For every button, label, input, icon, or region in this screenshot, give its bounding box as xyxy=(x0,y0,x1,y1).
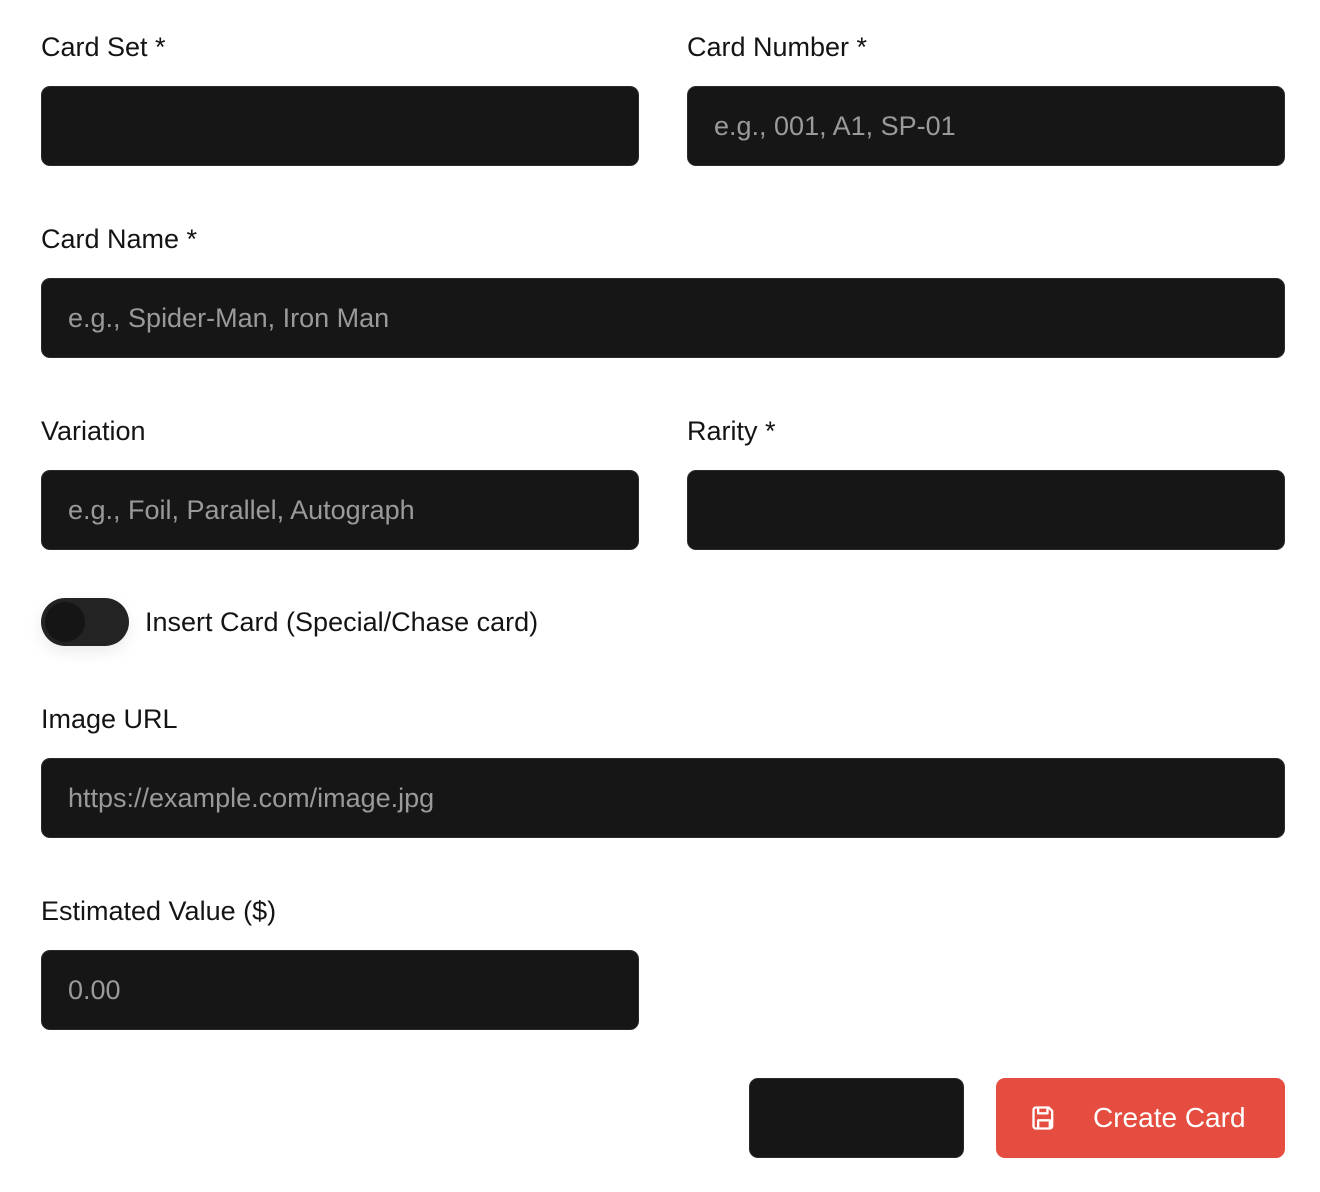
card-set-select[interactable] xyxy=(41,86,639,166)
variation-input[interactable] xyxy=(41,470,639,550)
create-card-button[interactable]: Create Card xyxy=(996,1078,1285,1158)
toggle-knob xyxy=(45,602,85,642)
card-number-input[interactable] xyxy=(687,86,1285,166)
estimated-value-label: Estimated Value ($) xyxy=(41,896,277,926)
insert-card-label: Insert Card (Special/Chase card) xyxy=(145,607,539,637)
image-url-label: Image URL xyxy=(41,704,178,734)
estimated-value-input[interactable] xyxy=(41,950,639,1030)
image-url-input[interactable] xyxy=(41,758,1285,838)
cancel-button[interactable] xyxy=(749,1078,964,1158)
card-number-label: Card Number * xyxy=(687,32,868,62)
card-name-label: Card Name * xyxy=(41,224,198,254)
rarity-label: Rarity * xyxy=(687,416,776,446)
rarity-select[interactable] xyxy=(687,470,1285,550)
variation-label: Variation xyxy=(41,416,146,446)
save-icon xyxy=(1032,1106,1054,1130)
card-name-input[interactable] xyxy=(41,278,1285,358)
create-card-label: Create Card xyxy=(1093,1102,1246,1133)
card-set-label: Card Set * xyxy=(41,32,166,62)
insert-card-toggle[interactable] xyxy=(41,598,129,646)
